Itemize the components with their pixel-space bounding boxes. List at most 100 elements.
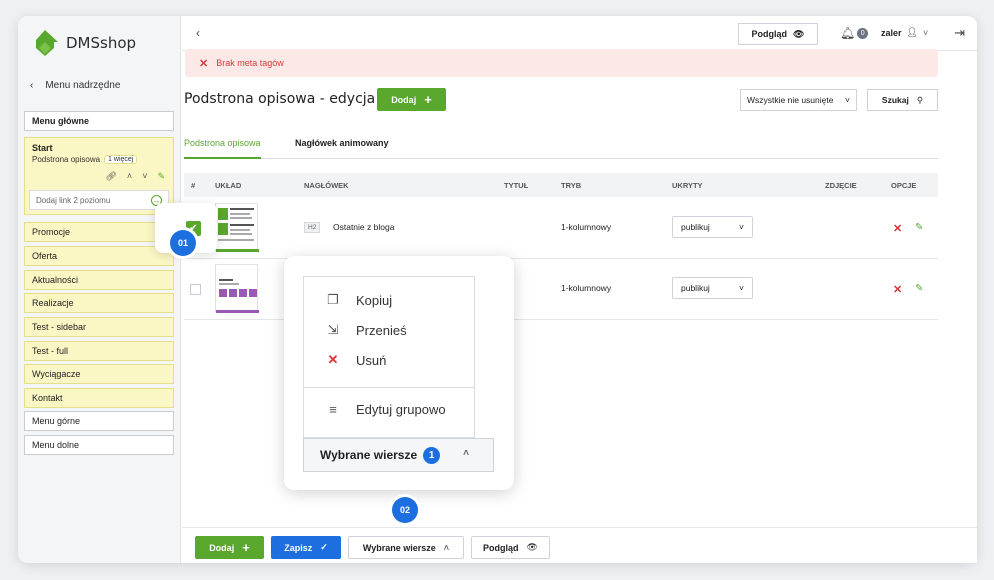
username: zaler — [881, 27, 902, 38]
alert-banner: ✕ Brak meta tagów — [185, 49, 938, 77]
bottom-add-label: Dodaj — [209, 542, 235, 553]
chevron-left-icon[interactable]: ‹ — [196, 26, 200, 40]
link-icon[interactable]: 🔗︎ — [105, 171, 116, 182]
table-header: # UKŁAD NAGŁÓWEK TYTUŁ TRYB UKRYTY ZDJĘC… — [184, 173, 938, 197]
sidebar-item[interactable]: Realizacje — [24, 293, 174, 313]
heading-tag: H2 — [304, 222, 321, 233]
copy-icon: ❐ — [327, 292, 339, 307]
move-menu-item[interactable]: ⇲ Przenieś — [326, 322, 407, 338]
topbar: ‹ Podgląd 👁︎ 🔔︎ 0 zaler 👤︎ ˅ ⇥ — [182, 16, 977, 51]
delete-icon: ✕ — [327, 352, 339, 367]
eye-icon: 👁︎ — [526, 542, 538, 552]
col-title: TYTUŁ — [504, 181, 529, 190]
status-filter-select[interactable]: Wszystkie nie usunięte ˅ — [740, 89, 857, 111]
tab-description-page[interactable]: Podstrona opisowa — [184, 138, 261, 159]
delete-label: Usuń — [356, 352, 387, 368]
start-title: Start — [32, 143, 53, 153]
delete-menu-item[interactable]: ✕ Usuń — [326, 352, 387, 368]
edit-icon[interactable]: ✎ — [915, 222, 923, 233]
selected-rows-popup: ❐ Kopiuj ⇲ Przenieś ✕ Usuń ≡ Edytuj grup… — [284, 256, 514, 490]
add-link-placeholder: Dodaj link 2 poziomu — [36, 195, 111, 205]
sidebar-item[interactable]: Test - full — [24, 341, 174, 361]
delete-icon[interactable]: ✕ — [893, 283, 902, 296]
parent-menu-label: Menu nadrzędne — [45, 80, 121, 91]
chevron-down-icon[interactable]: ˅ — [142, 171, 147, 182]
sidebar-item-main-menu[interactable]: Menu główne — [24, 111, 174, 131]
app-name: DMSshop — [66, 34, 137, 52]
sidebar-item[interactable]: Promocje — [24, 222, 174, 242]
move-label: Przenieś — [356, 322, 407, 338]
sidebar-item[interactable]: Aktualności — [24, 270, 174, 290]
sidebar-item[interactable]: Test - sidebar — [24, 317, 174, 337]
sidebar-item-start[interactable]: Start Podstrona opisowa 1 więcej 🔗︎ ˄ ˅ … — [24, 137, 174, 215]
more-badge[interactable]: 1 więcej — [104, 155, 138, 164]
bottom-preview-button[interactable]: Podgląd 👁︎ — [471, 536, 550, 559]
search-icon: ⚲ — [916, 94, 924, 105]
menu-divider — [304, 387, 474, 388]
selected-rows-button[interactable]: Wybrane wiersze 1 ˄ — [303, 438, 494, 472]
table-row[interactable]: H2 Ostatnie z bloga 1-kolumnowy publikuj… — [184, 198, 938, 259]
plus-icon: + — [424, 92, 432, 107]
group-edit-label: Edytuj grupowo — [356, 402, 446, 417]
layout-thumbnail — [215, 203, 259, 252]
selected-count-badge: 1 — [423, 446, 441, 464]
layout-thumbnail — [215, 264, 259, 313]
col-options: OPCJE — [891, 181, 917, 190]
preview-button[interactable]: Podgląd 👁︎ — [738, 23, 818, 45]
user-icon: 👤︎ — [906, 27, 918, 37]
bottom-selected-rows-label: Wybrane wiersze — [362, 542, 436, 553]
copy-label: Kopiuj — [356, 292, 393, 308]
chevron-down-icon: ˅ — [845, 95, 850, 105]
save-button[interactable]: Zapisz ✓ — [271, 536, 341, 559]
edit-icon[interactable]: ✎ — [157, 171, 165, 182]
notification-count: 0 — [857, 27, 869, 39]
notifications[interactable]: 🔔︎ 0 — [840, 26, 869, 40]
search-button[interactable]: Szukaj ⚲ — [867, 89, 938, 111]
chevron-down-icon: ˅ — [739, 222, 744, 232]
col-hidden: UKRYTY — [672, 181, 703, 190]
visibility-value: publikuj — [681, 222, 710, 232]
sidebar: DMSshop ‹ Menu nadrzędne Menu główne Sta… — [18, 16, 181, 563]
plus-icon: + — [242, 540, 250, 555]
bell-icon: 🔔︎ — [840, 26, 856, 40]
parent-menu-back[interactable]: ‹ Menu nadrzędne — [30, 80, 120, 91]
chevron-down-icon: ˅ — [922, 27, 929, 38]
logout-icon[interactable]: ⇥ — [954, 25, 965, 41]
preview-label: Podgląd — [751, 29, 788, 39]
search-label: Szukaj — [881, 95, 909, 105]
add-link-input[interactable]: Dodaj link 2 poziomu → — [29, 190, 169, 210]
add-button[interactable]: Dodaj + — [377, 88, 446, 111]
visibility-select[interactable]: publikuj ˅ — [672, 277, 753, 299]
visibility-select[interactable]: publikuj ˅ — [672, 216, 753, 238]
check-circle-icon: ✓ — [320, 542, 328, 552]
edit-list-icon: ≡ — [329, 402, 337, 417]
step-badge-02: 02 — [392, 497, 418, 523]
sidebar-item[interactable]: Wyciągacze — [24, 364, 174, 384]
bottom-add-button[interactable]: Dodaj + — [195, 536, 264, 559]
selected-rows-menu: ❐ Kopiuj ⇲ Przenieś ✕ Usuń ≡ Edytuj grup… — [303, 276, 475, 438]
col-photo: ZDJĘCIE — [825, 181, 857, 190]
alert-message: Brak meta tagów — [216, 58, 284, 68]
tab-animated-header[interactable]: Nagłówek animowany — [295, 138, 389, 159]
sidebar-item[interactable]: Kontakt — [24, 388, 174, 408]
logo[interactable]: DMSshop — [30, 28, 136, 58]
delete-icon[interactable]: ✕ — [893, 222, 902, 235]
row-heading: Ostatnie z bloga — [333, 222, 395, 232]
user-menu[interactable]: zaler 👤︎ ˅ — [881, 27, 928, 38]
chevron-up-icon: ˄ — [443, 542, 450, 553]
add-label: Dodaj — [391, 94, 417, 105]
visibility-value: publikuj — [681, 283, 710, 293]
step-badge-01: 01 — [170, 230, 196, 256]
chevron-up-icon: ˄ — [463, 448, 469, 459]
bottom-selected-rows-button[interactable]: Wybrane wiersze ˄ — [348, 536, 464, 559]
start-subtitle: Podstrona opisowa — [32, 155, 101, 164]
copy-menu-item[interactable]: ❐ Kopiuj — [326, 292, 392, 308]
edit-icon[interactable]: ✎ — [915, 283, 923, 294]
row-checkbox[interactable] — [190, 284, 201, 295]
sidebar-item[interactable]: Oferta — [24, 246, 174, 266]
chevron-up-icon[interactable]: ˄ — [127, 171, 132, 182]
sidebar-item-top-menu[interactable]: Menu górne — [24, 411, 174, 431]
bottom-preview-label: Podgląd — [483, 542, 519, 553]
group-edit-menu-item[interactable]: ≡ Edytuj grupowo — [326, 402, 446, 417]
sidebar-item-bottom-menu[interactable]: Menu dolne — [24, 435, 174, 455]
